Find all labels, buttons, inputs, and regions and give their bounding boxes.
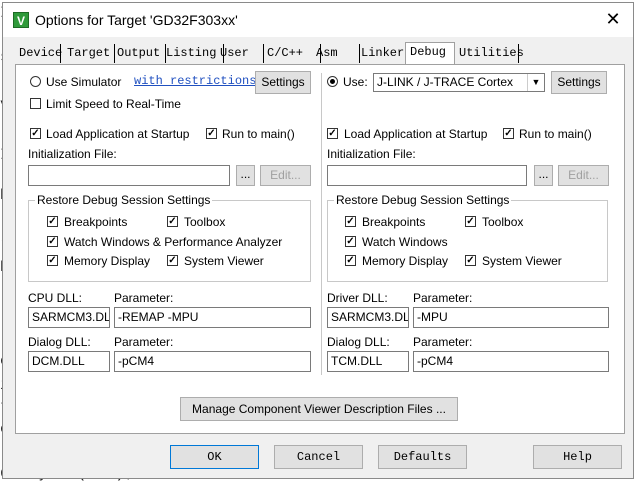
- left-dialog-param-input[interactable]: -pCM4: [114, 351, 311, 372]
- tab-device[interactable]: Device: [15, 44, 62, 63]
- use-simulator-label: Use Simulator: [46, 75, 122, 89]
- left-edit-button[interactable]: Edit...: [260, 165, 311, 186]
- right-init-file-input[interactable]: [327, 165, 527, 186]
- left-memory-display-label: Memory Display: [64, 254, 151, 268]
- tab-linker[interactable]: Linker: [357, 44, 407, 63]
- right-browse-button[interactable]: ...: [534, 165, 553, 186]
- left-watch-windows-checkbox[interactable]: ✓: [47, 236, 58, 247]
- manage-component-viewer-button[interactable]: Manage Component Viewer Description File…: [180, 397, 458, 421]
- right-dialog-dll-input[interactable]: TCM.DLL: [327, 351, 409, 372]
- right-system-viewer-label: System Viewer: [482, 254, 562, 268]
- left-system-viewer-checkbox[interactable]: ✓: [167, 255, 178, 266]
- help-button[interactable]: Help: [533, 445, 622, 469]
- right-memory-display-checkbox[interactable]: ✓: [345, 255, 356, 266]
- driver-param-label: Parameter:: [413, 291, 473, 305]
- right-breakpoints-checkbox[interactable]: ✓: [345, 216, 356, 227]
- tab-output[interactable]: Output: [113, 44, 166, 63]
- debugger-settings-button[interactable]: Settings: [551, 71, 607, 94]
- limit-speed-checkbox[interactable]: [30, 98, 41, 109]
- left-init-file-input[interactable]: [28, 165, 230, 186]
- right-run-to-main-checkbox[interactable]: ✓: [503, 128, 514, 139]
- cpu-param-input[interactable]: -REMAP -MPU: [114, 307, 311, 328]
- ok-button[interactable]: OK: [170, 445, 259, 469]
- debugger-select[interactable]: J-LINK / J-TRACE Cortex ▼: [373, 73, 545, 92]
- right-dialog-param-label: Parameter:: [413, 335, 473, 349]
- use-debugger-radio[interactable]: [327, 76, 338, 87]
- left-dialog-dll-input[interactable]: DCM.DLL: [28, 351, 110, 372]
- left-run-to-main-checkbox[interactable]: ✓: [206, 128, 217, 139]
- left-init-file-label: Initialization File:: [28, 147, 117, 161]
- right-memory-display-label: Memory Display: [362, 254, 449, 268]
- right-init-file-label: Initialization File:: [327, 147, 416, 161]
- limit-speed-label: Limit Speed to Real-Time: [46, 97, 181, 111]
- right-toolbox-checkbox[interactable]: ✓: [465, 216, 476, 227]
- right-watch-windows-label: Watch Windows: [362, 235, 448, 249]
- left-restore-group-label: Restore Debug Session Settings: [35, 193, 213, 207]
- left-breakpoints-checkbox[interactable]: ✓: [47, 216, 58, 227]
- right-load-app-checkbox[interactable]: ✓: [327, 128, 338, 139]
- left-run-to-main-label: Run to main(): [222, 127, 295, 141]
- left-breakpoints-label: Breakpoints: [64, 215, 128, 229]
- left-system-viewer-label: System Viewer: [184, 254, 264, 268]
- defaults-button[interactable]: Defaults: [378, 445, 467, 469]
- right-run-to-main-label: Run to main(): [519, 127, 592, 141]
- cpu-dll-label: CPU DLL:: [28, 291, 83, 305]
- with-restrictions-link[interactable]: with restrictions: [134, 74, 256, 88]
- right-watch-windows-checkbox[interactable]: ✓: [345, 236, 356, 247]
- left-load-app-checkbox[interactable]: ✓: [30, 128, 41, 139]
- tab-utilities[interactable]: Utilities: [455, 44, 524, 63]
- left-dialog-param-label: Parameter:: [114, 335, 174, 349]
- simulator-settings-button[interactable]: Settings: [255, 71, 311, 94]
- options-dialog: V Options for Target 'GD32F303xx' ✕ Devi…: [2, 2, 634, 479]
- right-system-viewer-checkbox[interactable]: ✓: [465, 255, 476, 266]
- right-dialog-dll-label: Dialog DLL:: [327, 335, 390, 349]
- driver-param-input[interactable]: -MPU: [413, 307, 609, 328]
- right-dialog-param-input[interactable]: -pCM4: [413, 351, 609, 372]
- right-load-app-label: Load Application at Startup: [344, 127, 488, 141]
- right-restore-group-label: Restore Debug Session Settings: [334, 193, 512, 207]
- cpu-param-label: Parameter:: [114, 291, 174, 305]
- use-simulator-radio[interactable]: [30, 76, 41, 87]
- right-toolbox-label: Toolbox: [482, 215, 524, 229]
- tab-asm[interactable]: Asm: [312, 44, 360, 63]
- tab-listing[interactable]: Listing: [162, 44, 224, 63]
- cancel-button[interactable]: Cancel: [274, 445, 363, 469]
- left-load-app-label: Load Application at Startup: [46, 127, 190, 141]
- left-toolbox-checkbox[interactable]: ✓: [167, 216, 178, 227]
- tab-target[interactable]: Target: [63, 44, 115, 63]
- left-dialog-dll-label: Dialog DLL:: [28, 335, 91, 349]
- title-bar[interactable]: V Options for Target 'GD32F303xx' ✕: [3, 3, 633, 37]
- debugger-select-value: J-LINK / J-TRACE Cortex: [377, 75, 514, 89]
- tab-debug[interactable]: Debug: [405, 42, 455, 64]
- debug-panel: Use Simulator with restrictions Settings…: [15, 64, 625, 434]
- left-browse-button[interactable]: ...: [236, 165, 255, 186]
- use-label: Use:: [343, 75, 368, 89]
- left-memory-display-checkbox[interactable]: ✓: [47, 255, 58, 266]
- right-breakpoints-label: Breakpoints: [362, 215, 426, 229]
- right-edit-button[interactable]: Edit...: [558, 165, 609, 186]
- chevron-down-icon[interactable]: ▼: [527, 74, 544, 91]
- window-title: Options for Target 'GD32F303xx': [35, 12, 238, 28]
- cpu-dll-input[interactable]: SARMCM3.DLL: [28, 307, 110, 328]
- close-icon[interactable]: ✕: [601, 7, 625, 31]
- driver-dll-label: Driver DLL:: [327, 291, 388, 305]
- driver-dll-input[interactable]: SARMCM3.DLL: [327, 307, 409, 328]
- tab-user[interactable]: User: [216, 44, 264, 63]
- left-watch-windows-label: Watch Windows & Performance Analyzer: [64, 235, 283, 249]
- left-toolbox-label: Toolbox: [184, 215, 226, 229]
- column-divider: [321, 73, 322, 375]
- keil-app-icon: V: [13, 12, 29, 28]
